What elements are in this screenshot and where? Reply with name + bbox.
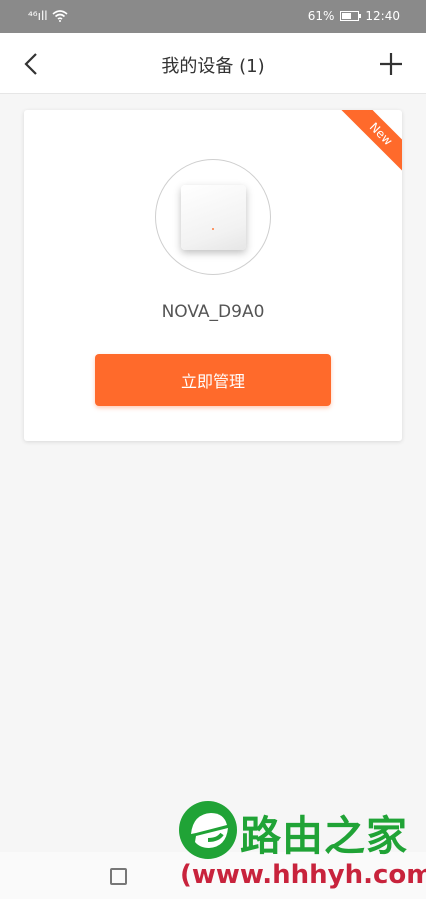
- status-right: 61% 12:40: [308, 9, 400, 23]
- router-image: [180, 184, 246, 250]
- watermark: 路由之家 (www.hhhyh.com): [176, 800, 426, 899]
- page-title: 我的设备 (1): [161, 56, 265, 77]
- device-avatar: [155, 159, 271, 275]
- manage-now-button[interactable]: 立即管理: [95, 354, 331, 406]
- battery-level: [342, 13, 352, 19]
- battery-icon: [340, 11, 362, 21]
- signal-icon: ⁴⁶ıll: [28, 9, 48, 23]
- battery-percent: 61%: [307, 9, 335, 23]
- plus-icon: [380, 53, 402, 75]
- nav-bar: 我的设备 (1): [0, 33, 426, 94]
- square-icon[interactable]: [110, 868, 127, 885]
- wifi-icon: [52, 10, 68, 22]
- new-badge: New: [339, 110, 402, 176]
- status-left: ⁴⁶ıll: [28, 9, 68, 23]
- watermark-logo-icon: [179, 801, 237, 859]
- status-led: [211, 227, 214, 230]
- device-card[interactable]: New NOVA_D9A0 立即管理: [24, 110, 402, 441]
- watermark-title: 路由之家: [240, 812, 408, 860]
- device-name: NOVA_D9A0: [161, 302, 265, 322]
- status-bar: ⁴⁶ıll 61% 12:40: [0, 0, 426, 33]
- watermark-url: (www.hhhyh.com): [180, 860, 426, 890]
- clock: 12:40: [365, 9, 400, 23]
- add-device-button[interactable]: [374, 47, 408, 81]
